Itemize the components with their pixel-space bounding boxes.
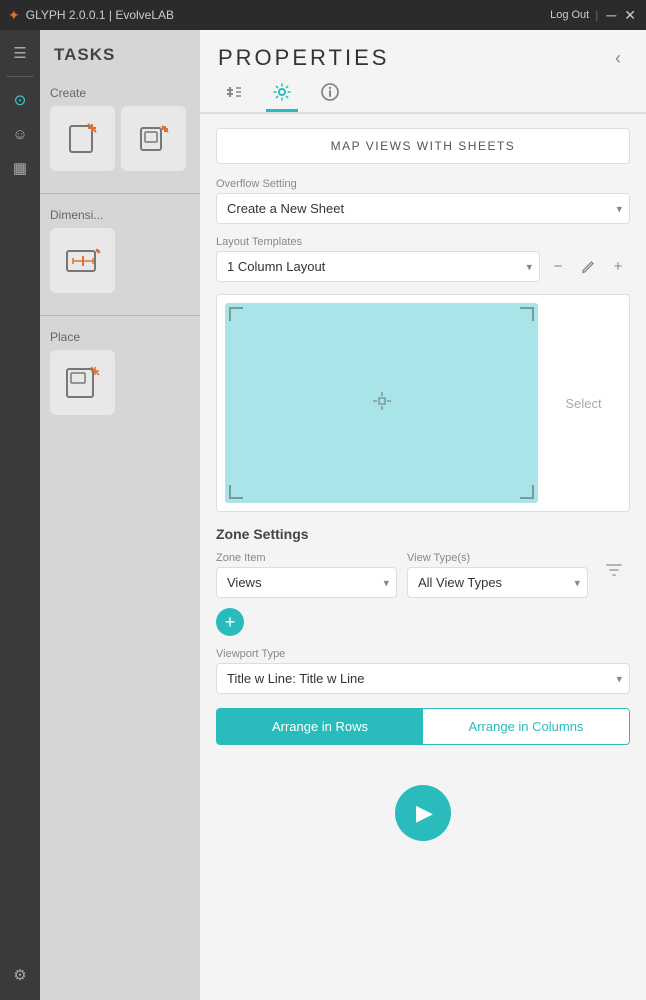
canvas-main [225,303,538,503]
gear-bottom-icon[interactable]: ⚙ [5,960,35,990]
right-panel: PROPERTIES ‹ [200,30,646,1000]
close-button[interactable]: ✕ [622,7,638,24]
tab-info[interactable] [314,80,346,112]
canvas-corner-tr [520,307,534,321]
layout-templates-label: Layout Templates [216,236,630,248]
view-types-field: View Type(s) All View Types Floor Plan E… [407,552,588,598]
arrange-in-rows-button[interactable]: Arrange in Rows [217,709,423,744]
properties-title: PROPERTIES [218,45,604,71]
view-types-select-wrapper: All View Types Floor Plan Elevation Sect… [407,567,588,598]
chart-icon[interactable]: ▦ [5,153,35,183]
zone-item-select-wrapper: Views Schedules Legends ▾ [216,567,397,598]
left-panel: TASKS Create [40,30,200,1000]
zone-settings-row: Zone Item Views Schedules Legends ▾ View… [216,552,630,598]
edit-template-button[interactable] [576,255,600,279]
add-zone-button[interactable]: + [216,608,244,636]
viewport-type-section: Viewport Type Title w Line: Title w Line… [216,648,630,694]
zone-item-field: Zone Item Views Schedules Legends ▾ [216,552,397,598]
dim-tile[interactable] [50,228,115,293]
view-types-select[interactable]: All View Types Floor Plan Elevation Sect… [407,567,588,598]
create-section-label: Create [50,86,190,100]
icon-bar-separator [6,76,34,77]
arrange-buttons-row: Arrange in Rows Arrange in Columns [216,708,630,745]
place-tile[interactable] [50,350,115,415]
create-tile-1[interactable] [50,106,115,171]
overflow-setting-select[interactable]: Create a New Sheet Overflow to Next Shee… [216,193,630,224]
tab-bar [200,72,646,114]
title-bar: ✦ GLYPH 2.0.0.1 | EvolveLAB Log Out | ─ … [0,0,646,30]
back-button[interactable]: ‹ [604,44,632,72]
add-template-button[interactable]: + [606,255,630,279]
filter-button[interactable] [598,552,630,588]
dim-section-label: Dimensi... [50,208,190,222]
play-button[interactable]: ▶ [395,785,451,841]
menu-icon[interactable]: ☰ [5,38,35,68]
overflow-setting-group: Overflow Setting Create a New Sheet Over… [216,178,630,224]
remove-template-button[interactable]: − [546,255,570,279]
sep-2 [40,315,200,316]
layout-template-actions: − + [546,255,630,279]
icon-bar: ☰ ⊙ ☺ ▦ ⚙ [0,30,40,1000]
zone-item-label: Zone Item [216,552,397,564]
properties-header: PROPERTIES ‹ [200,30,646,72]
map-views-button[interactable]: MAP VIEWS WITH SHEETS [216,128,630,164]
robot-icon[interactable]: ☺ [5,119,35,149]
dim-section: Dimensi... [40,202,200,311]
viewport-type-select-wrapper: Title w Line: Title w Line No Title Titl… [216,663,630,694]
zone-settings-title: Zone Settings [216,526,630,542]
left-panel-title: TASKS [40,30,200,80]
create-tile-2[interactable] [121,106,186,171]
tab-settings[interactable] [266,80,298,112]
create-section: Create [40,80,200,189]
overflow-setting-select-wrapper: Create a New Sheet Overflow to Next Shee… [216,193,630,224]
canvas-select-area[interactable]: Select [546,303,621,503]
place-section: Place [40,324,200,433]
canvas-corner-br [520,485,534,499]
home-icon[interactable]: ⊙ [5,85,35,115]
play-area: ▶ [216,765,630,871]
properties-content: MAP VIEWS WITH SHEETS Overflow Setting C… [200,114,646,1000]
viewport-type-label: Viewport Type [216,648,630,660]
zone-item-select[interactable]: Views Schedules Legends [216,567,397,598]
overflow-setting-label: Overflow Setting [216,178,630,190]
view-types-label: View Type(s) [407,552,588,564]
logout-button[interactable]: Log Out [550,9,589,21]
canvas-corner-bl [229,485,243,499]
app-title: GLYPH 2.0.0.1 | EvolveLAB [26,8,550,22]
arrange-in-columns-button[interactable]: Arrange in Columns [423,709,629,744]
place-section-label: Place [50,330,190,344]
layout-templates-select-wrapper: 1 Column Layout 2 Column Layout 3 Column… [216,251,540,282]
layout-templates-row: 1 Column Layout 2 Column Layout 3 Column… [216,251,630,282]
canvas-corner-tl [229,307,243,321]
canvas-center-icon [371,390,393,417]
tab-checklist[interactable] [218,80,250,112]
canvas-blue-zone[interactable] [225,303,538,503]
minimize-button[interactable]: ─ [604,7,618,23]
viewport-type-select[interactable]: Title w Line: Title w Line No Title Titl… [216,663,630,694]
app-icon: ✦ [8,7,20,24]
layout-templates-select[interactable]: 1 Column Layout 2 Column Layout 3 Column… [216,251,540,282]
sep-1 [40,193,200,194]
layout-canvas-wrapper: Select [216,294,630,512]
layout-templates-group: Layout Templates 1 Column Layout 2 Colum… [216,236,630,282]
create-tiles-row [50,106,190,179]
